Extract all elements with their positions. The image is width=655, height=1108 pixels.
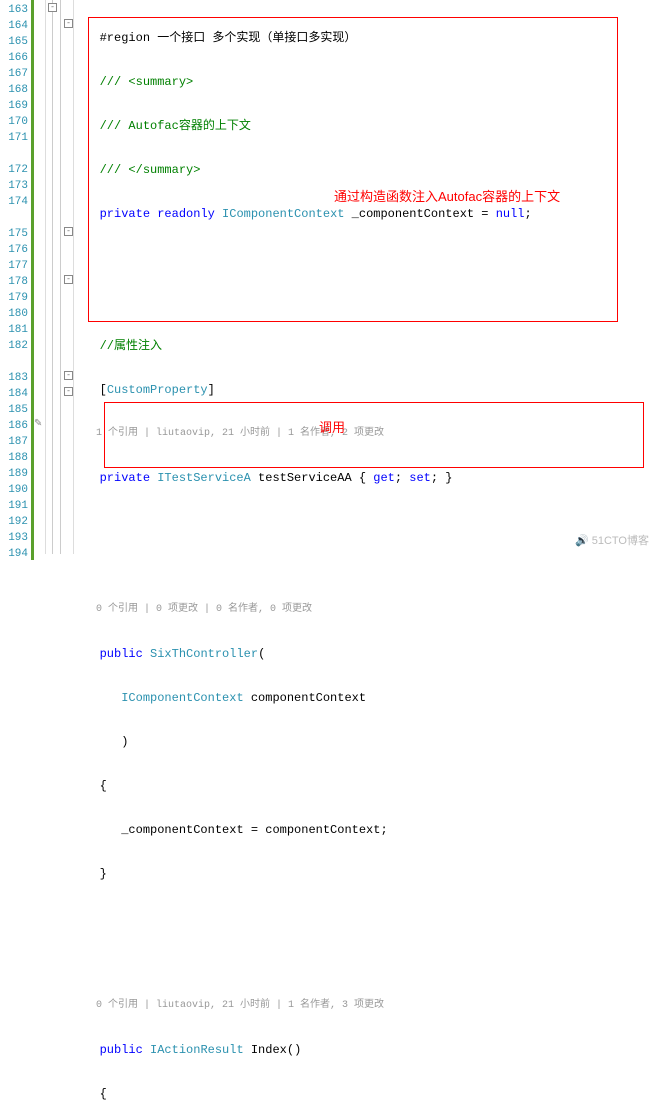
fold-minus-icon[interactable]: -: [64, 275, 73, 284]
code-line: _componentContext = componentContext;: [74, 822, 655, 838]
line-number: 169: [0, 98, 28, 114]
line-number: 183: [0, 370, 28, 386]
line-number: [0, 354, 28, 370]
line-number: 170: [0, 114, 28, 130]
code-line: /// </summary>: [74, 162, 655, 178]
line-number: 184: [0, 386, 28, 402]
line-number: 191: [0, 498, 28, 514]
line-number: 189: [0, 466, 28, 482]
code-line: private ITestServiceA testServiceAA { ge…: [74, 470, 655, 486]
line-number: 190: [0, 482, 28, 498]
margin-area: ✎: [30, 0, 46, 554]
fold-minus-icon[interactable]: -: [64, 371, 73, 380]
code-line: private readonly IComponentContext _comp…: [74, 206, 655, 222]
code-line: {: [74, 778, 655, 794]
line-number: 179: [0, 290, 28, 306]
code-line: /// <summary>: [74, 74, 655, 90]
line-number: 163: [0, 2, 28, 18]
codelens[interactable]: 0 个引用 | liutaovip, 21 小时前 | 1 名作者, 3 项更改: [74, 998, 655, 1014]
pencil-icon: ✎: [34, 418, 42, 430]
annotation-label: 通过构造函数注入Autofac容器的上下文: [334, 186, 560, 205]
fold-minus-icon[interactable]: -: [64, 227, 73, 236]
fold-guide-line: [52, 0, 53, 554]
line-number: 188: [0, 450, 28, 466]
fold-minus-icon[interactable]: -: [48, 3, 57, 12]
code-line: }: [74, 866, 655, 882]
line-number: 181: [0, 322, 28, 338]
line-number: 174: [0, 194, 28, 210]
code-editor: 163 164 165 166 167 168 169 170 171 172 …: [0, 0, 655, 554]
line-number: 180: [0, 306, 28, 322]
line-number: 194: [0, 546, 28, 562]
line-number: 192: [0, 514, 28, 530]
code-line: ): [74, 734, 655, 750]
line-number: 187: [0, 434, 28, 450]
code-line: public SixThController(: [74, 646, 655, 662]
line-number: 178: [0, 274, 28, 290]
code-line: [74, 514, 655, 530]
code-area[interactable]: #region 一个接口 多个实现（单接口多实现） /// <summary> …: [74, 0, 655, 554]
line-number: 185: [0, 402, 28, 418]
code-line: [74, 954, 655, 970]
code-line: IComponentContext componentContext: [74, 690, 655, 706]
line-number: 182: [0, 338, 28, 354]
code-line: [74, 558, 655, 574]
code-line: public IActionResult Index(): [74, 1042, 655, 1058]
code-line: [74, 250, 655, 266]
line-number: 193: [0, 530, 28, 546]
line-number: 168: [0, 82, 28, 98]
code-line: #region 一个接口 多个实现（单接口多实现）: [74, 30, 655, 46]
line-number: 173: [0, 178, 28, 194]
line-number: 175: [0, 226, 28, 242]
fold-minus-icon[interactable]: -: [64, 387, 73, 396]
line-number: 177: [0, 258, 28, 274]
fold-guide-line: [60, 0, 61, 554]
code-line: [CustomProperty]: [74, 382, 655, 398]
code-line: [74, 294, 655, 310]
code-line: [74, 910, 655, 926]
code-line: {: [74, 1086, 655, 1102]
line-number: 176: [0, 242, 28, 258]
codelens[interactable]: 1 个引用 | liutaovip, 21 小时前 | 1 名作者, 2 项更改: [74, 426, 655, 442]
folding-area[interactable]: - - - - - -: [46, 0, 74, 554]
change-marker: [31, 0, 34, 560]
line-number: 171: [0, 130, 28, 146]
line-number: [0, 210, 28, 226]
line-number: 167: [0, 66, 28, 82]
fold-minus-icon[interactable]: -: [64, 19, 73, 28]
line-number: 172: [0, 162, 28, 178]
code-line: /// Autofac容器的上下文: [74, 118, 655, 134]
codelens[interactable]: 0 个引用 | 0 项更改 | 0 名作者, 0 项更改: [74, 602, 655, 618]
watermark-label: 🔊 51CTO博客: [575, 532, 649, 548]
line-number: 165: [0, 34, 28, 50]
line-number: 186: [0, 418, 28, 434]
code-line: //属性注入: [74, 338, 655, 354]
line-number: 164: [0, 18, 28, 34]
line-number-gutter: 163 164 165 166 167 168 169 170 171 172 …: [0, 0, 30, 554]
line-number: [0, 146, 28, 162]
line-number: 166: [0, 50, 28, 66]
